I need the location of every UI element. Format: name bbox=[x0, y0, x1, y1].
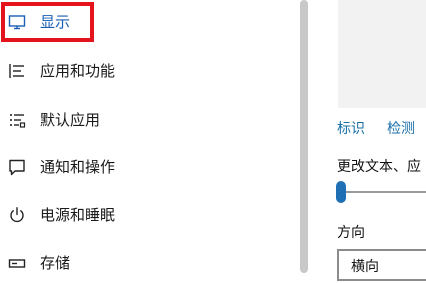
notification-icon bbox=[9, 159, 25, 176]
sidebar-item-storage[interactable]: 存储 bbox=[0, 243, 298, 283]
settings-sidebar: 显示 应用和功能 默认应用 通知和操作 电源和睡眠 存储 bbox=[0, 0, 298, 273]
sidebar-item-label: 通知和操作 bbox=[40, 158, 116, 176]
apps-list-icon bbox=[9, 64, 24, 78]
power-icon bbox=[10, 207, 24, 223]
sidebar-scrollbar-thumb[interactable] bbox=[300, 0, 308, 273]
detect-link[interactable]: 检测 bbox=[387, 118, 415, 138]
sidebar-item-label: 默认应用 bbox=[40, 111, 101, 129]
sidebar-item-default-apps[interactable]: 默认应用 bbox=[0, 100, 298, 140]
monitor-arrangement-preview[interactable] bbox=[338, 0, 426, 108]
annotation-highlight-box bbox=[1, 2, 94, 42]
scale-slider-track[interactable] bbox=[340, 191, 426, 193]
sidebar-item-label: 应用和功能 bbox=[40, 62, 116, 80]
sidebar-item-apps-features[interactable]: 应用和功能 bbox=[0, 51, 298, 91]
sidebar-item-label: 存储 bbox=[40, 254, 71, 272]
scale-heading: 更改文本、应 bbox=[337, 159, 421, 175]
sidebar-item-power-sleep[interactable]: 电源和睡眠 bbox=[0, 195, 298, 235]
sidebar-item-label: 电源和睡眠 bbox=[40, 206, 116, 224]
identify-link[interactable]: 标识 bbox=[337, 118, 365, 138]
storage-icon bbox=[8, 259, 26, 268]
sidebar-item-notifications[interactable]: 通知和操作 bbox=[0, 147, 298, 187]
orientation-dropdown[interactable]: 横向 bbox=[337, 249, 426, 281]
orientation-selected-value: 横向 bbox=[351, 259, 379, 275]
orientation-label: 方向 bbox=[337, 225, 365, 241]
scale-slider-thumb[interactable] bbox=[336, 181, 346, 203]
default-apps-icon bbox=[10, 114, 26, 128]
